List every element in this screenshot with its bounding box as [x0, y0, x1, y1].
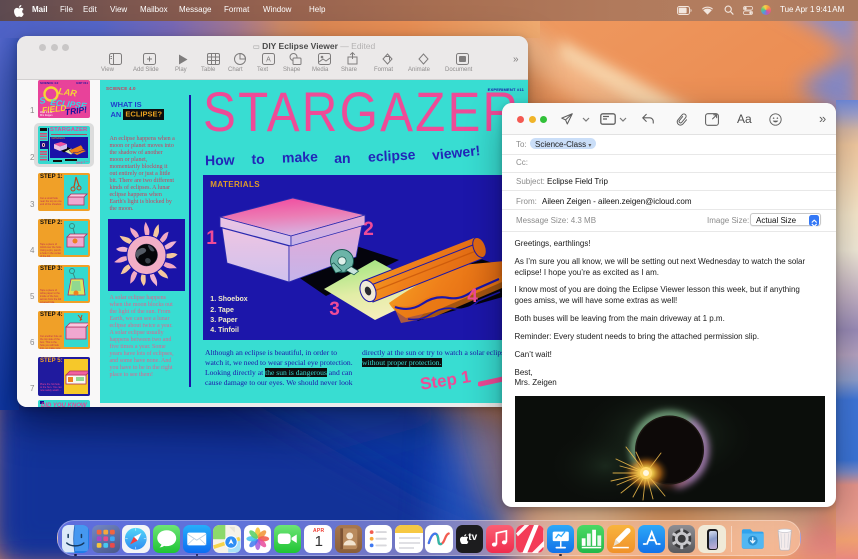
svg-text:A: A	[266, 57, 271, 64]
svg-text:LAR: LAR	[58, 86, 78, 99]
svg-text:TRIP!: TRIP!	[64, 104, 88, 117]
